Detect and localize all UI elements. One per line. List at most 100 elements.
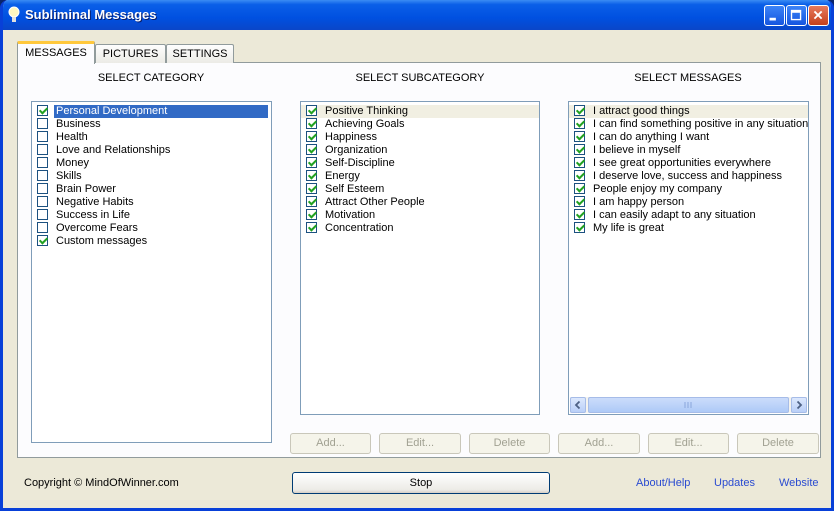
subcategory-item[interactable]: Concentration <box>301 222 539 235</box>
message-checkbox[interactable] <box>574 118 585 129</box>
category-item[interactable]: Business <box>32 118 271 131</box>
category-checkbox[interactable] <box>37 118 48 129</box>
subcategory-label: Organization <box>325 144 388 156</box>
title-bar[interactable]: Subliminal Messages <box>3 0 831 30</box>
edit-message-button[interactable]: Edit... <box>648 433 729 454</box>
message-checkbox[interactable] <box>574 157 585 168</box>
edit-subcategory-button[interactable]: Edit... <box>379 433 461 454</box>
message-item[interactable]: I can easily adapt to any situation <box>569 209 808 222</box>
subcategory-checkbox[interactable] <box>306 170 317 181</box>
category-list[interactable]: Personal Development Business Health Lov… <box>31 101 272 443</box>
category-item[interactable]: Health <box>32 131 271 144</box>
subcategory-item[interactable]: Self Esteem <box>301 183 539 196</box>
subcategory-item[interactable]: Motivation <box>301 209 539 222</box>
subcategory-item[interactable]: Positive Thinking <box>301 105 539 118</box>
message-item[interactable]: I can find something positive in any sit… <box>569 118 808 131</box>
category-checkbox[interactable] <box>37 157 48 168</box>
category-checkbox[interactable] <box>37 131 48 142</box>
subcategory-list[interactable]: Positive Thinking Achieving Goals Happin… <box>300 101 540 415</box>
category-item[interactable]: Personal Development <box>32 105 271 118</box>
minimize-button[interactable] <box>764 5 785 26</box>
window-title: Subliminal Messages <box>25 7 157 22</box>
message-checkbox[interactable] <box>574 209 585 220</box>
scroll-left-button[interactable] <box>570 397 586 413</box>
category-item[interactable]: Custom messages <box>32 235 271 248</box>
category-item[interactable]: Success in Life <box>32 209 271 222</box>
message-item[interactable]: I see great opportunities everywhere <box>569 157 808 170</box>
subcategory-item[interactable]: Achieving Goals <box>301 118 539 131</box>
subcategory-header: SELECT SUBCATEGORY <box>355 72 485 84</box>
message-item[interactable]: I can do anything I want <box>569 131 808 144</box>
scroll-right-button[interactable] <box>791 397 807 413</box>
website-link[interactable]: Website <box>779 477 819 489</box>
subcategory-item[interactable]: Attract Other People <box>301 196 539 209</box>
category-label: Money <box>56 157 90 169</box>
message-checkbox[interactable] <box>574 144 585 155</box>
about-help-link[interactable]: About/Help <box>636 477 690 489</box>
message-item[interactable]: People enjoy my company <box>569 183 808 196</box>
delete-message-button[interactable]: Delete <box>737 433 819 454</box>
category-checkbox[interactable] <box>37 209 48 220</box>
subcategory-item[interactable]: Happiness <box>301 131 539 144</box>
message-label: I am happy person <box>593 196 685 208</box>
subcategory-checkbox[interactable] <box>306 118 317 129</box>
category-checkbox[interactable] <box>37 222 48 233</box>
category-label: Skills <box>56 170 82 182</box>
maximize-icon <box>790 9 802 21</box>
tab-settings[interactable]: SETTINGS <box>166 44 234 63</box>
minimize-icon <box>769 17 776 21</box>
message-item[interactable]: I am happy person <box>569 196 808 209</box>
close-icon <box>813 10 823 20</box>
close-button[interactable] <box>808 5 829 26</box>
subcategory-checkbox[interactable] <box>306 157 317 168</box>
category-label: Brain Power <box>56 183 116 195</box>
message-item[interactable]: I believe in myself <box>569 144 808 157</box>
updates-link[interactable]: Updates <box>714 477 755 489</box>
subcategory-label: Positive Thinking <box>325 105 408 117</box>
subcategory-checkbox[interactable] <box>306 209 317 220</box>
message-item[interactable]: I deserve love, success and happiness <box>569 170 808 183</box>
subcategory-checkbox[interactable] <box>306 131 317 142</box>
category-checkbox[interactable] <box>37 170 48 181</box>
copyright-text: Copyright © MindOfWinner.com <box>24 477 179 489</box>
subcategory-item[interactable]: Organization <box>301 144 539 157</box>
message-item[interactable]: My life is great <box>569 222 808 235</box>
subcategory-item[interactable]: Self-Discipline <box>301 157 539 170</box>
subcategory-checkbox[interactable] <box>306 222 317 233</box>
message-checkbox[interactable] <box>574 131 585 142</box>
category-item[interactable]: Skills <box>32 170 271 183</box>
category-checkbox[interactable] <box>37 144 48 155</box>
category-checkbox[interactable] <box>37 196 48 207</box>
add-subcategory-button[interactable]: Add... <box>290 433 371 454</box>
subcategory-item[interactable]: Energy <box>301 170 539 183</box>
category-item[interactable]: Negative Habits <box>32 196 271 209</box>
message-item[interactable]: I attract good things <box>569 105 808 118</box>
subcategory-checkbox[interactable] <box>306 105 317 116</box>
category-item[interactable]: Money <box>32 157 271 170</box>
message-label: My life is great <box>593 222 664 234</box>
category-item[interactable]: Overcome Fears <box>32 222 271 235</box>
messages-horizontal-scrollbar[interactable] <box>570 397 807 413</box>
category-checkbox[interactable] <box>37 183 48 194</box>
subcategory-checkbox[interactable] <box>306 144 317 155</box>
subcategory-checkbox[interactable] <box>306 196 317 207</box>
message-checkbox[interactable] <box>574 170 585 181</box>
message-checkbox[interactable] <box>574 196 585 207</box>
tab-pictures[interactable]: PICTURES <box>95 44 166 63</box>
category-checkbox[interactable] <box>37 105 48 116</box>
delete-subcategory-button[interactable]: Delete <box>469 433 550 454</box>
subcategory-checkbox[interactable] <box>306 183 317 194</box>
category-item[interactable]: Love and Relationships <box>32 144 271 157</box>
tab-messages[interactable]: MESSAGES <box>17 41 95 64</box>
message-checkbox[interactable] <box>574 105 585 116</box>
lightbulb-icon <box>8 6 20 22</box>
stop-button[interactable]: Stop <box>292 472 550 494</box>
scroll-thumb[interactable] <box>588 397 789 413</box>
message-checkbox[interactable] <box>574 183 585 194</box>
maximize-button[interactable] <box>786 5 807 26</box>
message-checkbox[interactable] <box>574 222 585 233</box>
category-checkbox[interactable] <box>37 235 48 246</box>
add-message-button[interactable]: Add... <box>558 433 640 454</box>
messages-list[interactable]: I attract good things I can find somethi… <box>568 101 809 415</box>
category-item[interactable]: Brain Power <box>32 183 271 196</box>
